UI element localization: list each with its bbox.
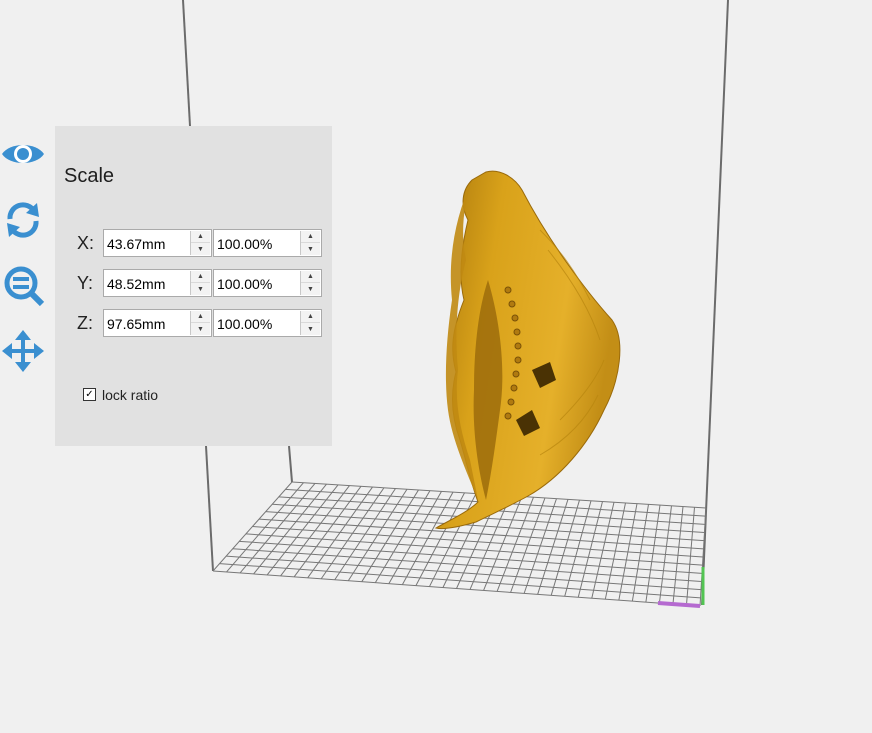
lock-ratio-label: lock ratio — [102, 387, 159, 403]
spin-up-icon[interactable]: ▲ — [301, 231, 320, 243]
rotate-button[interactable] — [0, 197, 46, 243]
y-percent-spinbox[interactable]: 100.00% ▲ ▼ — [213, 269, 322, 297]
spin-down-icon[interactable]: ▼ — [301, 283, 320, 295]
axis-label-z: Z: — [77, 313, 93, 333]
x-size-value[interactable]: 43.67mm — [107, 236, 165, 252]
eye-icon — [2, 145, 44, 163]
scale-row-y: Y: 48.52mm ▲ ▼ 100.00% ▲ ▼ — [55, 269, 332, 297]
x-percent-stepper: ▲ ▼ — [300, 231, 320, 255]
z-percent-spinbox[interactable]: 100.00% ▲ ▼ — [213, 309, 322, 337]
axis-label-y: Y: — [77, 273, 94, 293]
spin-up-icon[interactable]: ▲ — [301, 271, 320, 283]
scale-row-x: X: 43.67mm ▲ ▼ 100.00% ▲ ▼ — [55, 229, 332, 257]
panel-title: Scale — [64, 165, 115, 187]
lock-ratio-checkbox[interactable]: ✓ — [83, 388, 96, 401]
y-size-value[interactable]: 48.52mm — [107, 276, 165, 292]
y-size-stepper: ▲ ▼ — [190, 271, 210, 295]
spin-down-icon[interactable]: ▼ — [301, 243, 320, 255]
z-size-value[interactable]: 97.65mm — [107, 316, 165, 332]
scale-zoom-icon — [4, 266, 45, 307]
axis-label-x: X: — [77, 233, 95, 253]
spin-down-icon[interactable]: ▼ — [191, 283, 210, 295]
spin-up-icon[interactable]: ▲ — [191, 271, 210, 283]
spin-up-icon[interactable]: ▲ — [301, 311, 320, 323]
x-axis-indicator — [657, 601, 701, 608]
y-percent-value[interactable]: 100.00% — [217, 276, 272, 292]
y-size-spinbox[interactable]: 48.52mm ▲ ▼ — [103, 269, 212, 297]
y-percent-stepper: ▲ ▼ — [300, 271, 320, 295]
spin-down-icon[interactable]: ▼ — [301, 323, 320, 335]
3d-model[interactable] — [434, 170, 621, 529]
scale-row-z: Z: 97.65mm ▲ ▼ 100.00% ▲ ▼ — [55, 309, 332, 337]
x-percent-spinbox[interactable]: 100.00% ▲ ▼ — [213, 229, 322, 257]
z-percent-stepper: ▲ ▼ — [300, 311, 320, 335]
spin-down-icon[interactable]: ▼ — [191, 323, 210, 335]
build-plate-grid — [212, 481, 707, 607]
z-size-spinbox[interactable]: 97.65mm ▲ ▼ — [103, 309, 212, 337]
scale-button[interactable] — [0, 262, 46, 308]
move-icon — [2, 330, 44, 372]
z-percent-value[interactable]: 100.00% — [217, 316, 272, 332]
rotate-icon — [7, 202, 39, 238]
move-button[interactable] — [0, 328, 46, 374]
view-button[interactable] — [0, 131, 46, 177]
x-percent-value[interactable]: 100.00% — [217, 236, 272, 252]
spin-up-icon[interactable]: ▲ — [191, 231, 210, 243]
x-size-spinbox[interactable]: 43.67mm ▲ ▼ — [103, 229, 212, 257]
z-size-stepper: ▲ ▼ — [190, 311, 210, 335]
spin-down-icon[interactable]: ▼ — [191, 243, 210, 255]
x-size-stepper: ▲ ▼ — [190, 231, 210, 255]
spin-up-icon[interactable]: ▲ — [191, 311, 210, 323]
scale-panel: Scale X: 43.67mm ▲ ▼ 100.00% ▲ ▼ Y: 48.5… — [55, 126, 332, 446]
